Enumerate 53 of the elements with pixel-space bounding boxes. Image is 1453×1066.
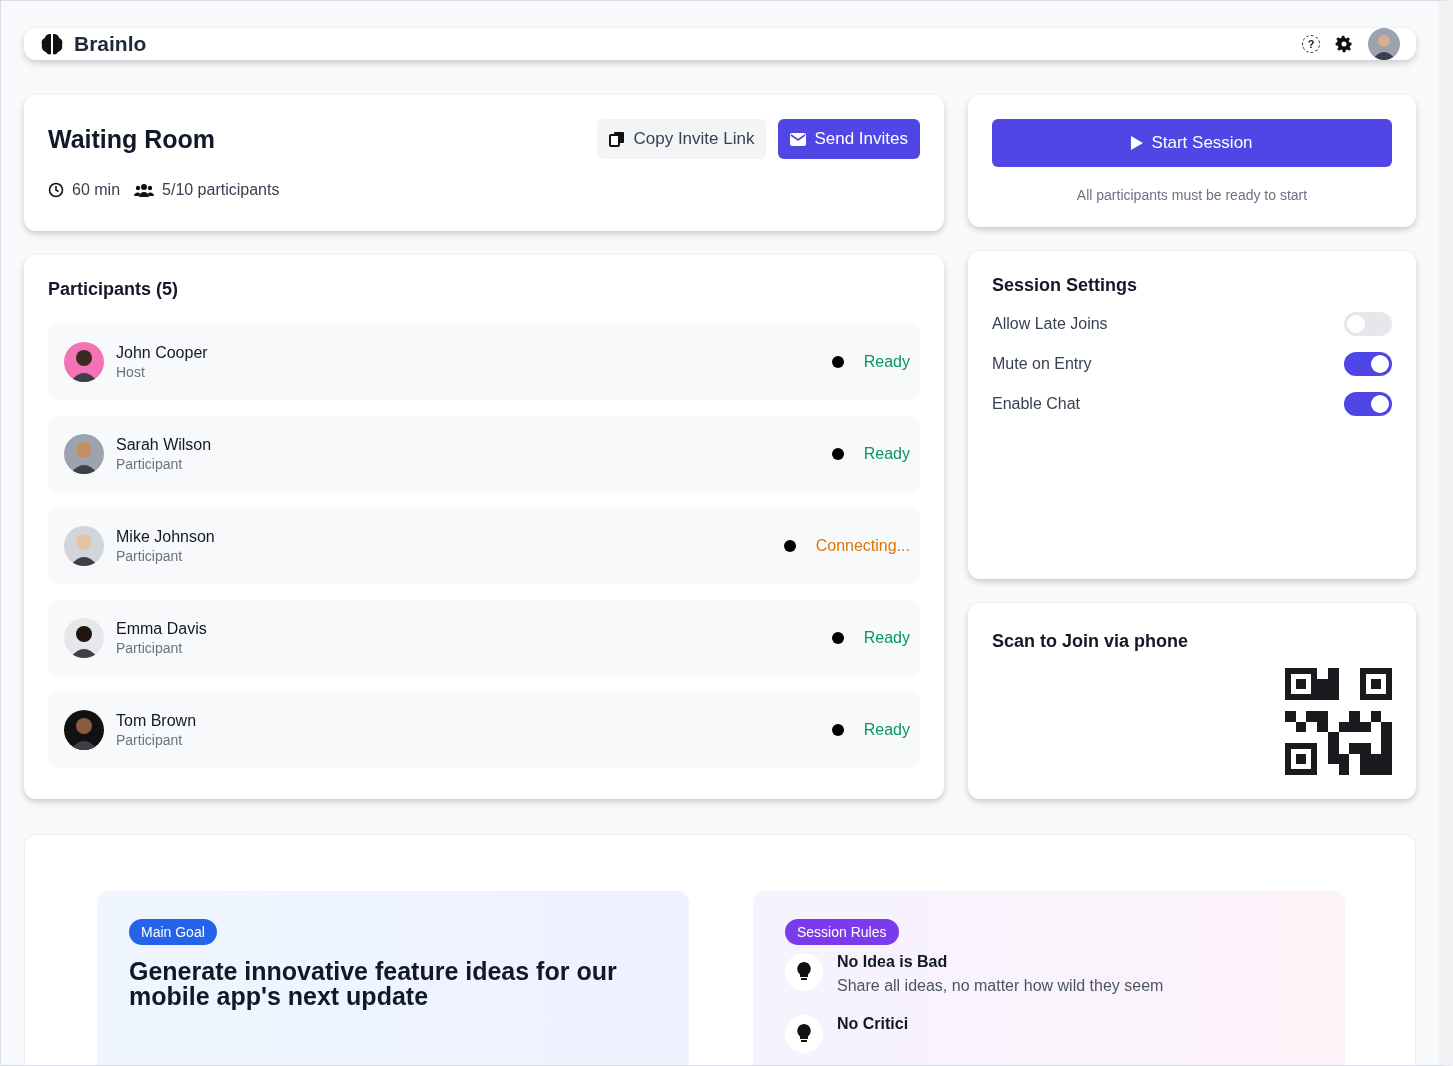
participant-status: Ready bbox=[863, 445, 910, 463]
participant-name: Mike Johnson bbox=[116, 528, 216, 546]
start-note: All participants must be ready to start bbox=[1076, 187, 1308, 203]
mail-icon bbox=[790, 132, 807, 146]
participant-status: Ready bbox=[863, 353, 910, 371]
clock-icon bbox=[48, 182, 64, 198]
participant-status: Connecting... bbox=[815, 537, 910, 555]
rule-title: No Idea is Bad bbox=[837, 953, 949, 971]
users-icon bbox=[134, 182, 155, 198]
participant-role: Participant bbox=[116, 732, 184, 748]
copy-link-button[interactable]: Copy Invite Link bbox=[597, 119, 767, 159]
setting-label: Mute on Entry bbox=[992, 355, 1092, 373]
participant-name: Tom Brown bbox=[116, 712, 198, 730]
status-dot bbox=[831, 632, 844, 644]
toggle-switch[interactable] bbox=[1344, 312, 1392, 336]
settings-icon[interactable] bbox=[1334, 34, 1354, 54]
status-dot bbox=[831, 356, 844, 368]
participant-name: Sarah Wilson bbox=[116, 436, 213, 454]
participant-name: Emma Davis bbox=[116, 620, 208, 638]
goal-badge: Main Goal bbox=[129, 919, 217, 945]
page-title: Waiting Room bbox=[48, 124, 216, 154]
section-title: Scan to Join via phone bbox=[992, 631, 1190, 652]
participant-name: John Cooper bbox=[116, 344, 209, 362]
status-dot bbox=[783, 540, 796, 552]
duration: 60 min bbox=[72, 181, 121, 199]
rule-title: No Critici bbox=[837, 1015, 909, 1033]
participant-role: Host bbox=[116, 364, 146, 380]
bulb-icon bbox=[785, 953, 823, 991]
qr-code-icon bbox=[1285, 668, 1392, 775]
goal-text: Generate innovative feature ideas for our mobile app's next update bbox=[129, 959, 618, 1009]
participant-count: 5/10 participants bbox=[162, 181, 280, 199]
setting-label: Allow Late Joins bbox=[992, 315, 1108, 333]
status-dot bbox=[831, 448, 844, 460]
participant-role: Participant bbox=[116, 640, 184, 656]
play-icon bbox=[1131, 136, 1144, 150]
section-title: Participants (5) bbox=[48, 279, 180, 300]
participant-status: Ready bbox=[863, 721, 910, 739]
start-session-button[interactable]: Start Session bbox=[992, 119, 1392, 167]
rule-text: Share all ideas, no matter how wild they seem bbox=[837, 977, 1164, 995]
setting-label: Enable Chat bbox=[992, 395, 1081, 413]
participant-status: Ready bbox=[863, 629, 910, 647]
participant-role: Participant bbox=[116, 548, 184, 564]
bulb-icon bbox=[785, 1015, 823, 1053]
send-invites-button[interactable]: Send Invites bbox=[778, 119, 920, 159]
toggle-switch[interactable] bbox=[1344, 392, 1392, 416]
toggle-switch[interactable] bbox=[1344, 352, 1392, 376]
brain-icon bbox=[40, 32, 64, 56]
section-title: Session Settings bbox=[992, 275, 1139, 296]
participant-role: Participant bbox=[116, 456, 184, 472]
status-dot bbox=[831, 724, 844, 736]
rules-badge: Session Rules bbox=[785, 919, 899, 945]
copy-icon bbox=[609, 131, 626, 147]
brand-name: Brainlo bbox=[74, 32, 147, 56]
